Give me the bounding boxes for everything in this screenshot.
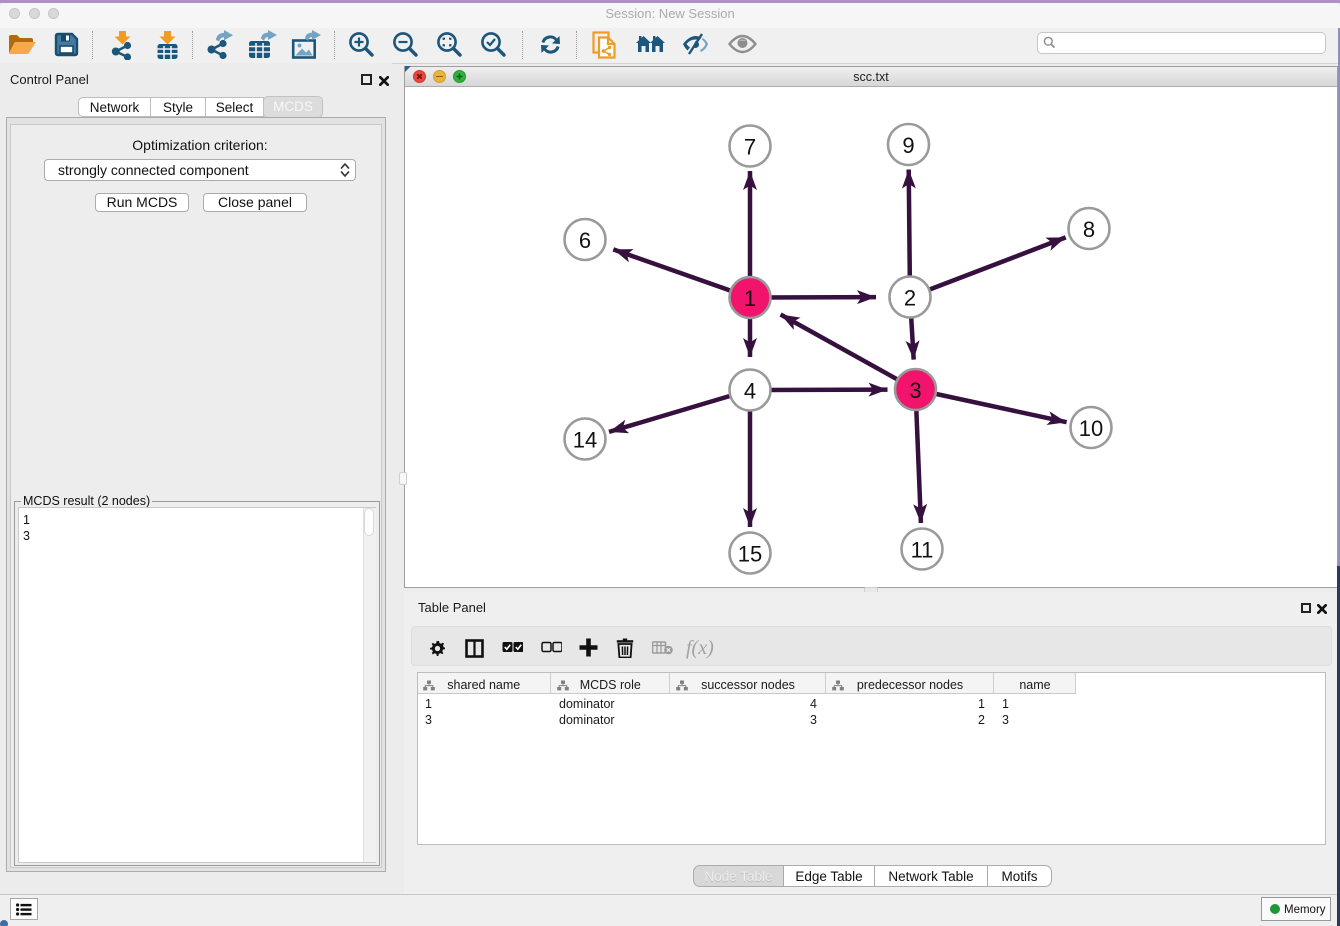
- svg-text:1: 1: [744, 286, 756, 311]
- svg-text:6: 6: [579, 228, 591, 253]
- svg-text:7: 7: [744, 135, 756, 160]
- svg-text:11: 11: [911, 538, 934, 563]
- svg-text:14: 14: [573, 428, 597, 453]
- svg-text:3: 3: [909, 378, 921, 403]
- svg-text:15: 15: [738, 542, 762, 567]
- svg-text:10: 10: [1079, 416, 1103, 441]
- svg-text:4: 4: [744, 379, 756, 404]
- svg-text:2: 2: [904, 286, 916, 311]
- svg-text:9: 9: [902, 133, 914, 158]
- svg-text:8: 8: [1083, 217, 1095, 242]
